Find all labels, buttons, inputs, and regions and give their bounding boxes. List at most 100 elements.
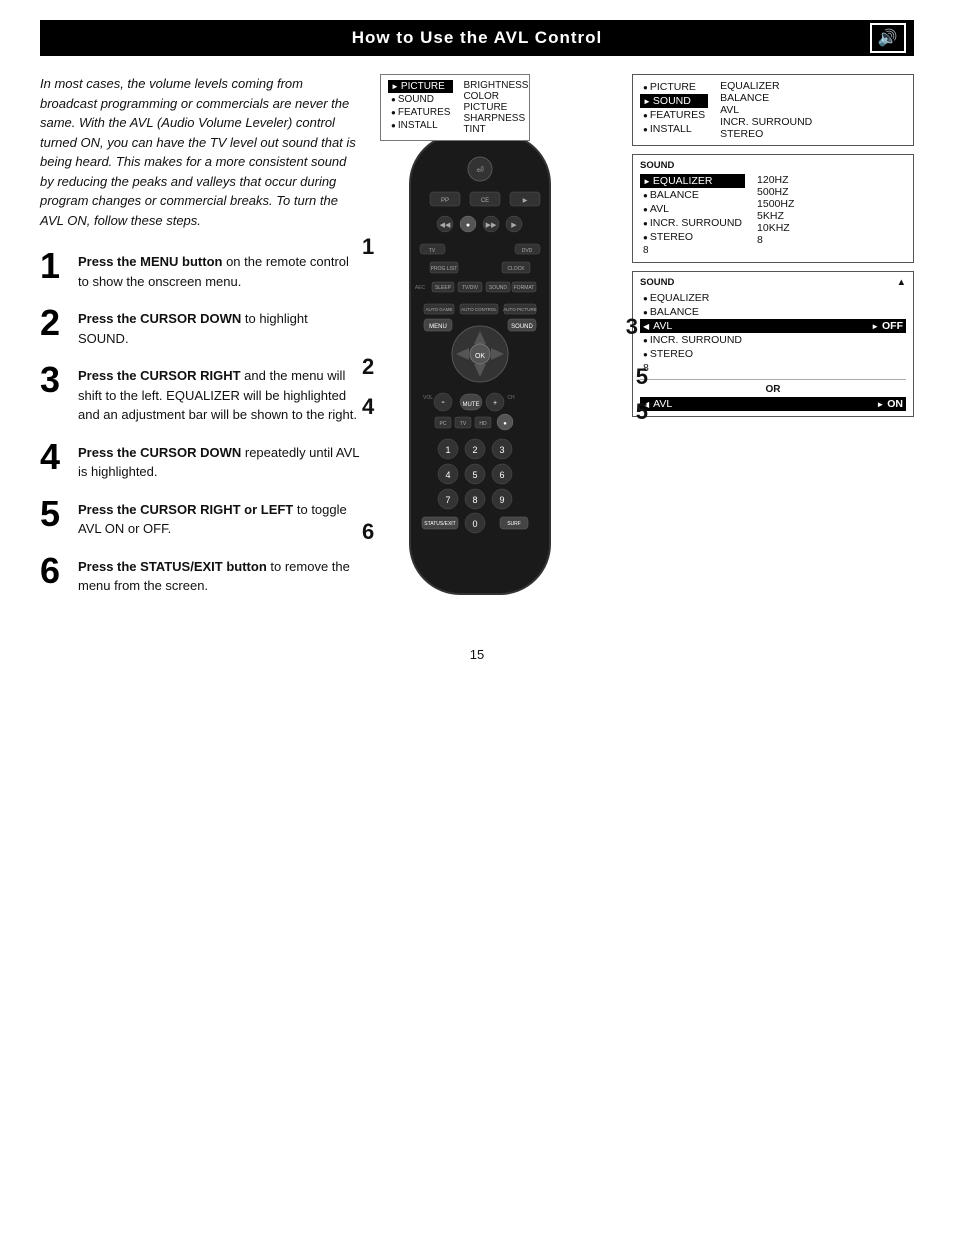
svg-text:2: 2 bbox=[472, 445, 477, 455]
step-1-text: Press the MENU button on the remote cont… bbox=[78, 248, 360, 291]
bullet: ● bbox=[643, 294, 648, 303]
picture-label: PICTURE bbox=[463, 102, 528, 113]
svg-text:+: + bbox=[493, 400, 497, 407]
sm-picture-label: PICTURE bbox=[650, 81, 696, 93]
svg-text:TV: TV bbox=[460, 421, 467, 427]
bullet: ● bbox=[643, 111, 648, 120]
step-3-text: Press the CURSOR RIGHT and the menu will… bbox=[78, 362, 360, 425]
bullet: ● bbox=[643, 205, 648, 214]
step-label-6: 6 bbox=[362, 519, 374, 545]
avl-on-val: ► ON bbox=[876, 398, 903, 410]
sm-picture: ● PICTURE bbox=[640, 80, 708, 94]
sound-menu-right-items: EQUALIZER BALANCE AVL INCR. SURROUND STE… bbox=[720, 80, 812, 140]
eq-10k: 10KHZ bbox=[757, 222, 794, 234]
eq-equalizer-highlighted: ► EQUALIZER bbox=[640, 174, 745, 188]
step-4: 4 Press the CURSOR DOWN repeatedly until… bbox=[40, 439, 360, 482]
svg-text:6: 6 bbox=[499, 470, 504, 480]
install-label: INSTALL bbox=[398, 120, 438, 131]
picture-menu-item-sound: ● SOUND bbox=[388, 93, 453, 106]
sm-stereo-val: STEREO bbox=[720, 128, 812, 140]
page-number: 15 bbox=[40, 647, 914, 662]
avl-eq-label: EQUALIZER bbox=[650, 292, 710, 304]
svg-text:CE: CE bbox=[481, 198, 489, 204]
sm-equalizer-val: EQUALIZER bbox=[720, 80, 812, 92]
svg-text:TV: TV bbox=[429, 248, 436, 254]
svg-text:-: - bbox=[441, 397, 444, 408]
remote-section: ► PICTURE ● SOUND ● FEATURES bbox=[380, 74, 620, 617]
avl-on-label: AVL bbox=[653, 398, 672, 410]
eq-avl: ● AVL bbox=[640, 202, 745, 216]
svg-text:PROG LIST: PROG LIST bbox=[431, 266, 458, 272]
picture-menu-item-features: ● FEATURES bbox=[388, 106, 453, 119]
sharpness-label: SHARPNESS bbox=[463, 113, 528, 124]
svg-text:SOUND: SOUND bbox=[511, 324, 533, 330]
remote-control: 1 2 4 3 5 5 6 ⏎ PP bbox=[380, 134, 620, 617]
bullet: ● bbox=[643, 83, 648, 92]
eq-incr-label: INCR. SURROUND bbox=[650, 217, 742, 229]
sound-label: SOUND bbox=[398, 94, 434, 105]
bullet: ● bbox=[643, 336, 648, 345]
avl-off-text: OFF bbox=[882, 320, 903, 332]
arrow: ► bbox=[643, 177, 651, 186]
avl-up-arrow: ▲ bbox=[897, 277, 906, 288]
step-2-text: Press the CURSOR DOWN to highlight SOUND… bbox=[78, 305, 360, 348]
eq-1500: 1500HZ bbox=[757, 198, 794, 210]
eq-incr: ● INCR. SURROUND bbox=[640, 216, 745, 230]
avl-avl-highlighted: ◀ AVL ► OFF bbox=[640, 319, 906, 333]
svg-text:5: 5 bbox=[472, 470, 477, 480]
avl-or: OR bbox=[640, 384, 906, 395]
avl-stereo-label: STEREO bbox=[650, 348, 693, 360]
avl-avl-label: AVL bbox=[653, 320, 672, 332]
step-label-1: 1 bbox=[362, 234, 374, 260]
color-label: COLOR bbox=[463, 91, 528, 102]
eq-stereo-label: STEREO bbox=[650, 231, 693, 243]
bullet: ● bbox=[643, 233, 648, 242]
bullet: ● bbox=[643, 219, 648, 228]
speaker-icon: 🔊 bbox=[878, 28, 899, 48]
sm-features-label: FEATURES bbox=[650, 109, 705, 121]
avl-balance-label: BALANCE bbox=[650, 306, 699, 318]
bullet: ● bbox=[643, 308, 648, 317]
tint-label: TINT bbox=[463, 124, 528, 135]
eq-8r: 8 bbox=[757, 234, 794, 246]
bullet: ● bbox=[643, 350, 648, 359]
sm-features: ● FEATURES bbox=[640, 108, 708, 122]
avl-title: SOUND bbox=[640, 277, 674, 288]
picture-menu-item-install: ● INSTALL bbox=[388, 119, 453, 132]
avl-items: ● EQUALIZER ● BALANCE ◀ AVL ► bbox=[640, 291, 906, 375]
svg-text:▶▶: ▶▶ bbox=[486, 222, 497, 229]
picture-menu-item-picture-highlighted: ► PICTURE bbox=[388, 80, 453, 93]
left-arrow: ◀ bbox=[643, 322, 649, 331]
avl-incr-label: INCR. SURROUND bbox=[650, 334, 742, 346]
svg-text:▶: ▶ bbox=[523, 198, 528, 204]
step-3-number: 3 bbox=[40, 362, 68, 398]
step-label-5b: 5 bbox=[636, 399, 648, 425]
svg-text:PP: PP bbox=[441, 198, 449, 204]
right-arrow: ► bbox=[871, 322, 879, 331]
bullet-icon: ● bbox=[391, 121, 396, 130]
svg-text:3: 3 bbox=[499, 445, 504, 455]
step-label-2: 2 bbox=[362, 354, 374, 380]
bullet-icon: ● bbox=[391, 95, 396, 104]
bullet: ● bbox=[643, 191, 648, 200]
sound-menu-left-items: ● PICTURE ► SOUND ● FEATURES bbox=[640, 80, 708, 140]
step-3: 3 Press the CURSOR RIGHT and the menu wi… bbox=[40, 362, 360, 425]
page: How to Use the AVL Control 🔊 In most cas… bbox=[0, 0, 954, 1235]
avl-on-row: ◀ AVL ► ON bbox=[640, 397, 906, 411]
sm-install: ● INSTALL bbox=[640, 122, 708, 136]
svg-text:DVD: DVD bbox=[522, 248, 533, 254]
step-4-text: Press the CURSOR DOWN repeatedly until A… bbox=[78, 439, 360, 482]
avl-off-val: ► OFF bbox=[871, 320, 903, 332]
svg-text:8: 8 bbox=[472, 495, 477, 505]
step-label-4: 4 bbox=[362, 394, 374, 420]
step-6-number: 6 bbox=[40, 553, 68, 589]
speaker-icon-box: 🔊 bbox=[870, 23, 906, 53]
avl-on-text: ON bbox=[887, 398, 903, 410]
svg-text:●: ● bbox=[503, 421, 507, 427]
step-6: 6 Press the STATUS/EXIT button to remove… bbox=[40, 553, 360, 596]
svg-text:SURF: SURF bbox=[507, 521, 521, 527]
picture-menu-label: PICTURE bbox=[401, 81, 445, 92]
picture-menu-left: ► PICTURE ● SOUND ● FEATURES bbox=[388, 80, 453, 135]
svg-text:SLEEP: SLEEP bbox=[435, 285, 452, 291]
svg-text:HD: HD bbox=[479, 421, 487, 427]
